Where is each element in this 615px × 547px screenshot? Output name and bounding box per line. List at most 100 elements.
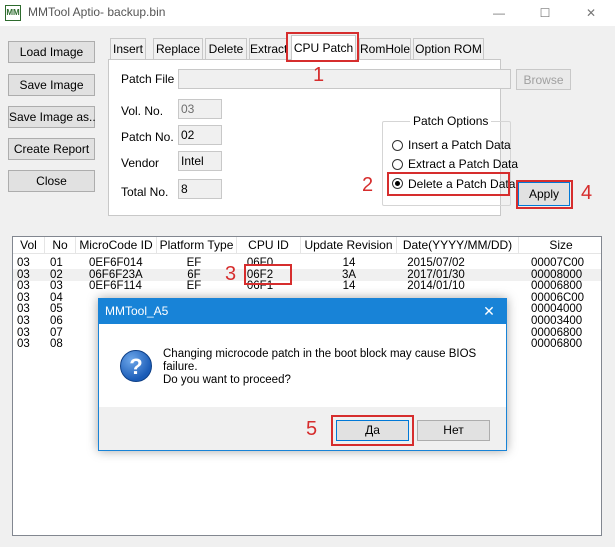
cell-vol: 03 — [17, 291, 30, 304]
dialog-close-icon[interactable]: ✕ — [479, 303, 499, 320]
close-button[interactable]: Close — [8, 170, 95, 192]
dialog-title: MMTool_A5 — [105, 304, 169, 318]
dialog-body: ? Changing microcode patch in the boot b… — [99, 324, 506, 407]
dialog-message-line3: Do you want to proceed? — [163, 374, 291, 386]
cell-no: 07 — [50, 326, 63, 339]
cell-vol: 03 — [17, 303, 30, 316]
minimize-button[interactable]: — — [476, 0, 522, 26]
column-header-platform-type[interactable]: Platform Type — [157, 237, 237, 254]
vol-no-field: 03 — [178, 99, 222, 119]
delete-patch-radio[interactable] — [392, 178, 403, 189]
cell-no: 03 — [50, 280, 63, 293]
load-image-button[interactable]: Load Image — [8, 41, 95, 63]
yes-button[interactable]: Да — [336, 420, 409, 441]
cell-no: 04 — [50, 291, 63, 304]
cell-size: 00006C00 — [531, 291, 585, 304]
tab-romhole[interactable]: RomHole — [359, 38, 411, 59]
annotation-number-4: 4 — [581, 182, 593, 204]
cell-size: 00003400 — [531, 315, 583, 327]
annotation-number-3: 3 — [225, 263, 237, 285]
cell-no: 01 — [50, 257, 63, 269]
column-header-no[interactable]: No — [45, 237, 76, 254]
cell-vol: 03 — [17, 338, 30, 351]
browse-button[interactable]: Browse — [516, 69, 571, 90]
insert-patch-radio[interactable] — [392, 140, 403, 151]
dialog-title-bar: MMTool_A5 ✕ — [99, 299, 506, 324]
vol-no-label: Vol. No. — [121, 104, 164, 118]
cell-vol: 03 — [17, 280, 30, 293]
column-header-size[interactable]: Size — [519, 237, 601, 254]
vendor-field: Intel — [178, 151, 222, 171]
cell-update-revision: 14 — [342, 280, 356, 293]
no-button[interactable]: Нет — [417, 420, 490, 441]
tab-extract[interactable]: Extract — [249, 38, 288, 59]
cell-size: 00008000 — [531, 268, 583, 281]
cell-date: 2015/07/02 — [407, 257, 465, 269]
cell-update-revision: 14 — [342, 257, 356, 269]
column-header-update-revision[interactable]: Update Revision — [301, 237, 397, 254]
column-header-cpu-id[interactable]: CPU ID — [237, 237, 301, 254]
cell-vol: 03 — [17, 268, 30, 281]
close-window-button[interactable]: ✕ — [568, 0, 614, 26]
vendor-label: Vendor — [121, 156, 160, 170]
extract-patch-label[interactable]: Extract a Patch Data — [408, 157, 518, 171]
column-header-date[interactable]: Date(YYYY/MM/DD) — [397, 237, 519, 254]
apply-button[interactable]: Apply — [518, 182, 570, 206]
delete-patch-label[interactable]: Delete a Patch Data — [408, 177, 515, 191]
cell-no: 02 — [50, 268, 63, 281]
total-no-field: 8 — [178, 179, 222, 199]
cell-size: 00004000 — [531, 303, 583, 316]
annotation-number-2: 2 — [362, 174, 374, 196]
tab-option-rom[interactable]: Option ROM — [413, 38, 484, 59]
cell-cpu-id: 06F1 — [246, 280, 274, 293]
cell-platform-type: 6F — [187, 268, 201, 281]
cell-update-revision: 3A — [341, 268, 357, 281]
app-icon: MM — [5, 5, 21, 21]
extract-patch-radio[interactable] — [392, 159, 403, 170]
tab-insert[interactable]: Insert — [110, 38, 146, 59]
cell-microcode-id: 06F6F23A — [89, 268, 143, 281]
cell-no: 06 — [50, 315, 63, 327]
cell-size: 00007C00 — [531, 257, 585, 269]
patch-no-label: Patch No. — [121, 130, 174, 144]
cell-date: 2014/01/10 — [407, 280, 465, 293]
cell-cpu-id: 06F2 — [246, 268, 274, 281]
cell-platform-type: EF — [186, 280, 202, 293]
table-row[interactable]: 03 03 0EF6F114 EF 06F1 14 2014/01/10 00006800 — [13, 280, 601, 293]
save-image-as-button[interactable]: Save Image as.. — [8, 106, 96, 128]
total-no-label: Total No. — [121, 185, 169, 199]
cell-no: 05 — [50, 303, 63, 316]
create-report-button[interactable]: Create Report — [8, 138, 95, 160]
tab-delete[interactable]: Delete — [205, 38, 247, 59]
patch-file-label: Patch File — [121, 72, 175, 86]
cell-size: 00006800 — [531, 326, 583, 339]
question-icon: ? — [120, 350, 152, 382]
patch-no-field[interactable]: 02 — [178, 125, 222, 145]
cell-size: 00006800 — [531, 338, 583, 351]
save-image-button[interactable]: Save Image — [8, 74, 95, 96]
column-header-vol[interactable]: Vol — [13, 237, 45, 254]
window-title: MMTool Aptio- backup.bin — [28, 5, 166, 19]
cell-vol: 03 — [17, 257, 30, 269]
cell-vol: 03 — [17, 326, 30, 339]
column-header-microcode-id[interactable]: MicroCode ID — [76, 237, 157, 254]
tab-cpu-patch[interactable]: CPU Patch — [291, 35, 356, 60]
annotation-number-5: 5 — [306, 418, 318, 440]
cell-size: 00006800 — [531, 280, 583, 293]
cell-microcode-id: 0EF6F014 — [89, 257, 143, 269]
patch-file-input[interactable] — [178, 69, 511, 89]
tab-replace[interactable]: Replace — [153, 38, 203, 59]
patch-options-title: Patch Options — [410, 114, 492, 128]
cell-platform-type: EF — [186, 257, 202, 269]
confirm-dialog: MMTool_A5 ✕ ? Changing microcode patch i… — [98, 298, 507, 451]
title-bar: MM MMTool Aptio- backup.bin — ☐ ✕ — [0, 0, 615, 26]
cell-vol: 03 — [17, 315, 30, 327]
maximize-button[interactable]: ☐ — [522, 0, 568, 26]
dialog-message-line1: Changing microcode patch in the boot blo… — [163, 348, 477, 360]
cell-microcode-id: 0EF6F114 — [89, 280, 142, 293]
table-row[interactable]: 03 02 06F6F23A 6F 06F2 3A 2017/01/30 00008000 — [13, 268, 601, 281]
insert-patch-label[interactable]: Insert a Patch Data — [408, 138, 511, 152]
cell-cpu-id: 06F0 — [246, 257, 274, 269]
table-row[interactable]: 03 01 0EF6F014 EF 06F0 14 2015/07/02 00007C00 — [13, 257, 601, 269]
cell-no: 08 — [50, 338, 63, 351]
